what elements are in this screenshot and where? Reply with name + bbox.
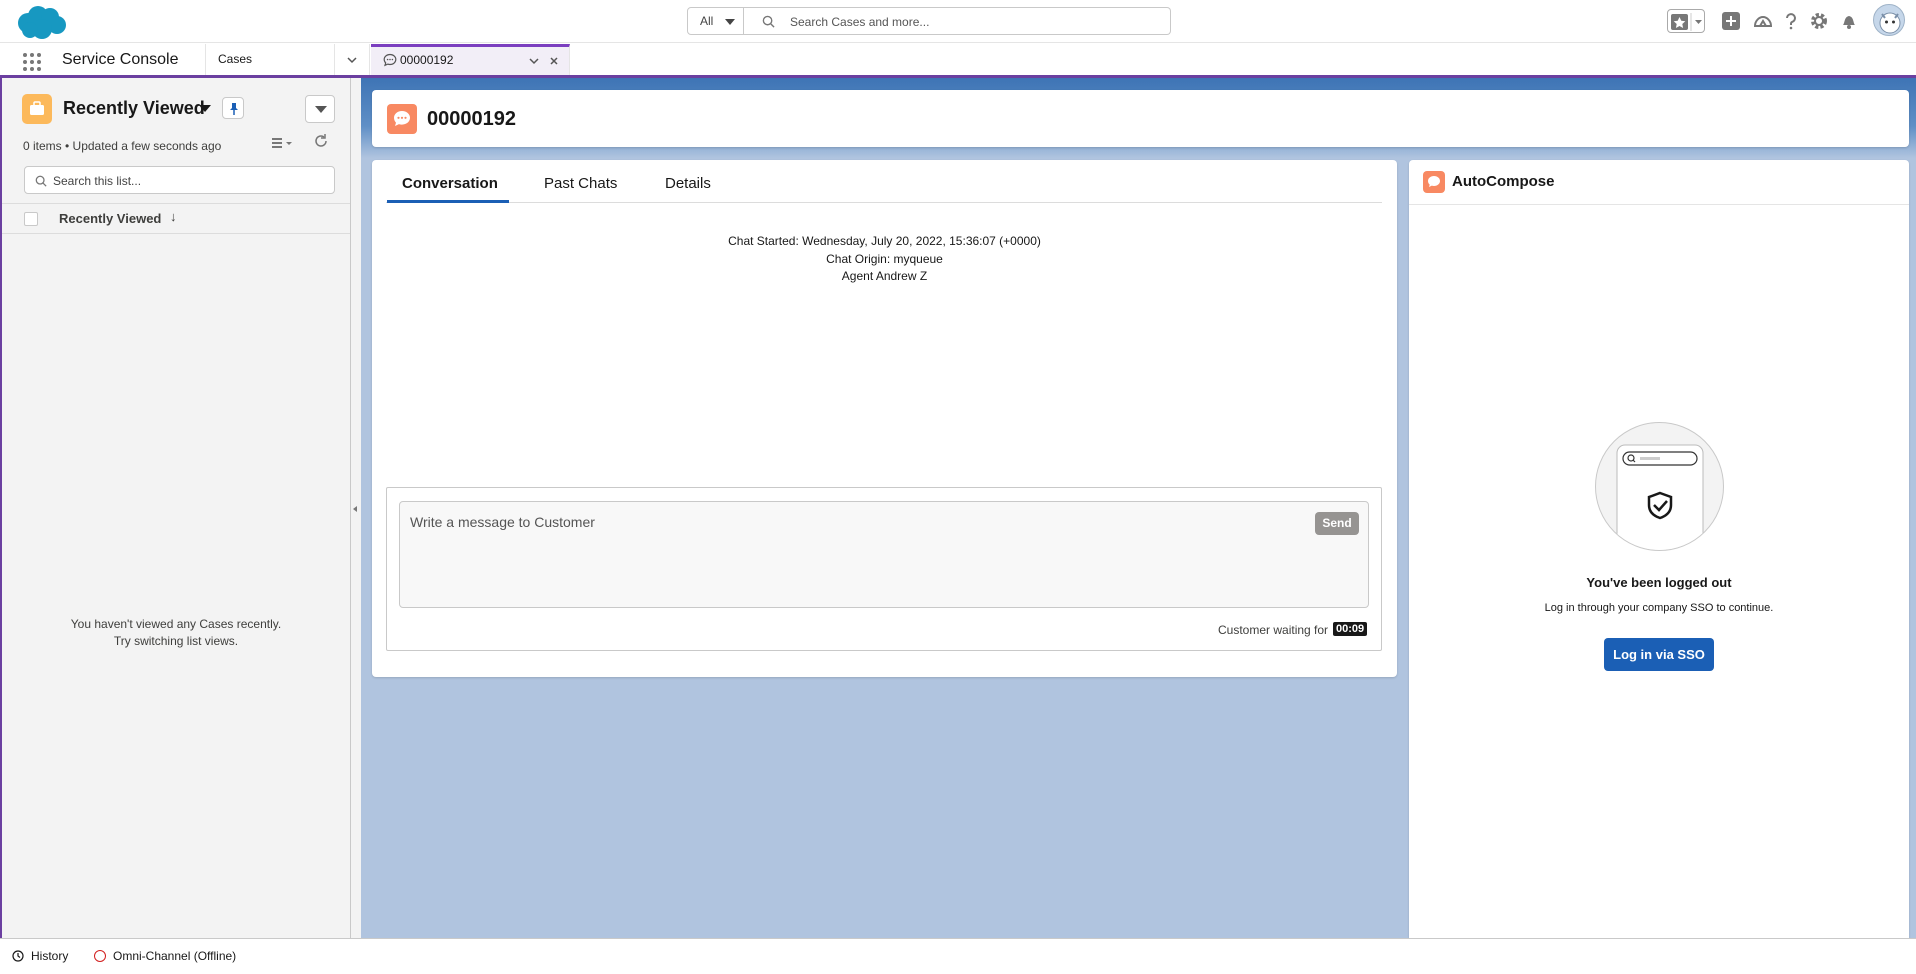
shield-check-icon [1595, 422, 1724, 551]
utility-history[interactable]: History [31, 949, 68, 963]
empty-state-hint: Try switching list views. [113, 634, 239, 648]
chat-origin-line: Chat Origin: myqueue [826, 252, 943, 266]
message-composer-input[interactable]: Write a message to Customer [399, 501, 1369, 608]
app-name: Service Console [62, 51, 179, 68]
select-all-checkbox[interactable] [24, 212, 38, 226]
list-view-title[interactable]: Recently Viewed [63, 98, 205, 119]
utility-omni-channel[interactable]: Omni-Channel (Offline) [113, 949, 236, 963]
astro-avatar[interactable] [1873, 4, 1905, 36]
close-icon[interactable] [548, 55, 560, 67]
search-icon [762, 15, 775, 28]
chat-icon [387, 104, 417, 134]
panel-splitter[interactable] [351, 78, 361, 938]
trailhead-icon[interactable] [1752, 10, 1774, 32]
clock-icon [12, 950, 24, 962]
empty-state-message: You haven't viewed any Cases recently. [70, 617, 282, 631]
global-search-input[interactable]: Search Cases and more... [744, 7, 1171, 35]
tab-divider [386, 202, 1382, 203]
column-header-recently-viewed[interactable]: Recently Viewed [59, 211, 161, 226]
list-search-placeholder: Search this list... [53, 174, 142, 188]
chevron-down-icon [725, 19, 735, 25]
sort-arrow-down-icon[interactable]: ↓ [170, 209, 177, 224]
chevron-down-icon[interactable] [528, 55, 540, 67]
pin-icon[interactable] [222, 97, 244, 119]
waffle-icon[interactable] [22, 52, 42, 72]
setup-gear-icon[interactable] [1808, 10, 1830, 32]
composer-placeholder: Write a message to Customer [410, 514, 595, 530]
search-placeholder: Search Cases and more... [790, 15, 930, 29]
search-scope-select[interactable]: All [687, 7, 744, 35]
case-object-icon [22, 94, 52, 124]
list-search-input[interactable]: Search this list... [24, 166, 335, 194]
active-tab-indicator [387, 200, 509, 203]
refresh-icon[interactable] [313, 133, 329, 149]
list-view-switcher-chevron-icon[interactable] [199, 105, 211, 112]
nav-item-cases[interactable]: Cases [205, 44, 335, 75]
workspace-tab-case[interactable]: 00000192 [371, 44, 570, 75]
list-view-controls-button[interactable] [305, 95, 335, 123]
tab-label: 00000192 [400, 53, 454, 67]
record-header [372, 90, 1909, 147]
bell-icon[interactable] [1838, 10, 1860, 32]
autocompose-title: AutoCompose [1452, 173, 1555, 190]
search-scope-label: All [700, 14, 714, 28]
search-icon [35, 175, 47, 187]
chat-agent-line: Agent Andrew Z [841, 269, 928, 283]
list-view-meta: 0 items • Updated a few seconds ago [23, 139, 222, 153]
omni-status-icon [94, 950, 106, 962]
logged-out-text: Log in through your company SSO to conti… [1544, 602, 1774, 614]
autocompose-divider [1409, 204, 1909, 205]
logged-out-title: You've been logged out [1586, 575, 1732, 590]
nav-item-label: Cases [218, 52, 253, 66]
add-icon[interactable] [1720, 10, 1742, 32]
customer-waiting-timer: 00:09 [1333, 622, 1368, 636]
chat-icon [1423, 171, 1445, 193]
chevron-down-icon [315, 106, 327, 113]
collapse-arrow-icon [353, 506, 357, 512]
salesforce-cloud-logo[interactable] [14, 4, 68, 42]
help-icon[interactable] [1780, 10, 1802, 32]
utility-bar [0, 938, 1916, 974]
record-title: 00000192 [427, 108, 516, 130]
favorites-button[interactable] [1667, 9, 1705, 33]
login-sso-button[interactable]: Log in via SSO [1604, 638, 1714, 671]
customer-waiting-label: Customer waiting for [1218, 623, 1329, 637]
list-view-icon[interactable] [270, 135, 296, 151]
tab-details[interactable]: Details [665, 175, 711, 192]
send-button[interactable]: Send [1315, 512, 1359, 535]
chat-icon [383, 53, 397, 67]
chat-started-line: Chat Started: Wednesday, July 20, 2022, … [728, 234, 1041, 248]
nav-item-menu-button[interactable] [335, 44, 370, 75]
tab-conversation[interactable]: Conversation [402, 175, 498, 192]
tab-past-chats[interactable]: Past Chats [544, 175, 617, 192]
